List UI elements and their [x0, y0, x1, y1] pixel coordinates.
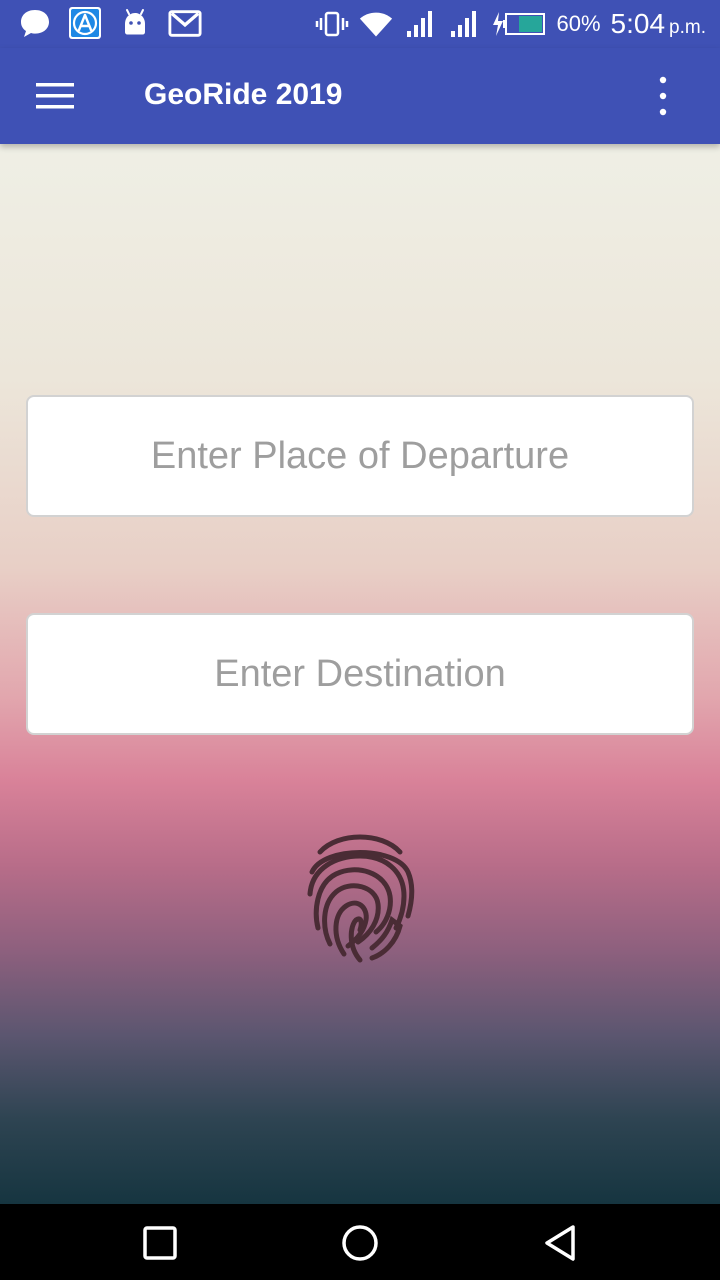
main-content [0, 144, 720, 1204]
battery-charging-icon [491, 9, 547, 39]
fingerprint-icon [307, 834, 415, 963]
clock-time: 5:04 [610, 8, 666, 39]
back-button[interactable] [530, 1218, 590, 1268]
destination-field-container[interactable] [26, 613, 694, 735]
navigation-bar [0, 1204, 720, 1280]
fingerprint-button[interactable] [300, 824, 420, 964]
hamburger-menu-button[interactable] [30, 74, 82, 118]
destination-input[interactable] [28, 615, 692, 733]
departure-field-container[interactable] [26, 395, 694, 517]
app-bar: GeoRide 2019 [0, 48, 720, 144]
signal-icon [403, 7, 437, 41]
battery-percent: 60% [556, 11, 601, 36]
notification-icons [18, 6, 202, 40]
wifi-icon [359, 7, 393, 41]
system-icons: 60% 5:04 p.m. [315, 0, 706, 48]
clock: 5:04 p.m. [611, 8, 706, 40]
signal-icon [447, 7, 481, 41]
recents-square-icon [143, 1226, 177, 1260]
gmail-icon [168, 6, 202, 40]
back-triangle-icon [545, 1225, 575, 1261]
vibrate-icon [315, 7, 349, 41]
chat-bubble-icon [18, 6, 52, 40]
app-title: GeoRide 2019 [144, 78, 343, 111]
clock-suffix: p.m. [669, 17, 706, 38]
departure-input[interactable] [28, 397, 692, 515]
app-store-icon [68, 6, 102, 40]
overflow-menu-button[interactable] [646, 70, 680, 122]
hamburger-menu-icon [36, 83, 74, 109]
home-circle-icon [342, 1225, 378, 1261]
home-button[interactable] [330, 1218, 390, 1268]
status-bar: 60% 5:04 p.m. [0, 0, 720, 48]
more-vert-icon [659, 76, 667, 116]
android-icon [118, 6, 152, 40]
recents-button[interactable] [130, 1218, 190, 1268]
